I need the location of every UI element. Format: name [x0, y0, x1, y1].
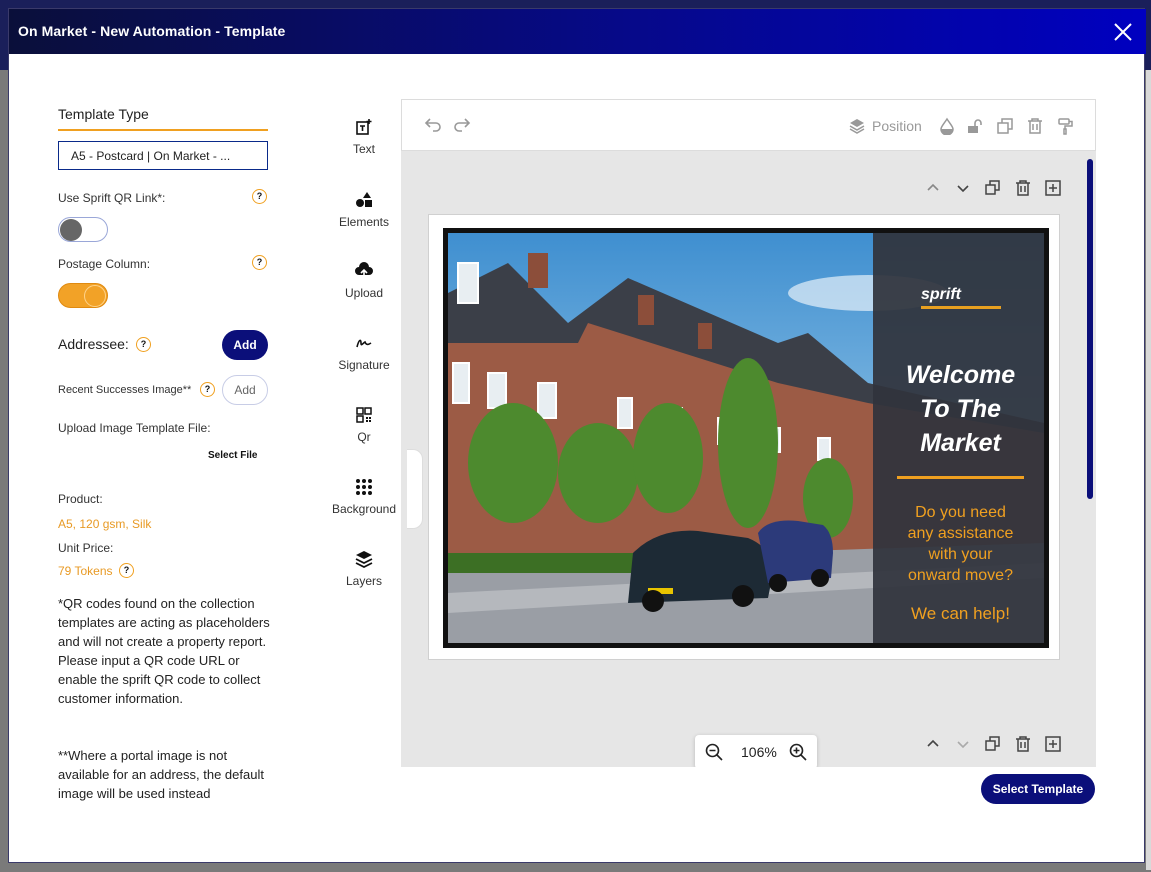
help-icon[interactable]: ? — [119, 563, 134, 578]
tool-signature[interactable]: Signature — [324, 333, 404, 372]
chevron-up-icon[interactable] — [925, 180, 941, 196]
recent-successes-label: Recent Successes Image** — [58, 384, 192, 396]
unit-price-label: Unit Price: — [58, 541, 114, 555]
qr-link-label: Use Sprift QR Link*: — [58, 191, 166, 205]
tool-qr[interactable]: Qr — [324, 405, 404, 444]
qr-link-toggle[interactable] — [58, 217, 108, 242]
app-background-edge — [1146, 70, 1151, 870]
postcard-page[interactable]: sprift Welcome To The Market Do you need… — [428, 214, 1060, 660]
add-page-icon[interactable] — [1045, 180, 1061, 196]
select-template-button[interactable]: Select Template — [981, 774, 1095, 804]
assist-line: Do you need — [915, 504, 1006, 521]
opacity-icon[interactable] — [938, 117, 956, 135]
editor-toolbar: Position — [401, 99, 1096, 151]
portal-image-note: **Where a portal image is not available … — [58, 748, 264, 801]
tool-label: Qr — [357, 430, 371, 444]
chevron-down-icon[interactable] — [955, 180, 971, 196]
postcard-design[interactable]: sprift Welcome To The Market Do you need… — [443, 228, 1049, 648]
redo-icon[interactable] — [453, 117, 471, 135]
template-type-title: Template Type — [58, 106, 149, 122]
help-icon[interactable]: ? — [252, 255, 267, 270]
qr-code-icon — [356, 407, 372, 423]
cloud-upload-icon — [355, 262, 373, 279]
postage-toggle[interactable] — [58, 283, 108, 308]
tool-label: Layers — [345, 574, 383, 588]
headline-line: To The — [919, 395, 1001, 423]
trash-icon[interactable] — [1015, 180, 1031, 196]
toggle-knob — [60, 219, 82, 241]
modal-header: On Market - New Automation - Template — [9, 9, 1146, 54]
postage-label: Postage Column: — [58, 257, 151, 271]
template-modal: On Market - New Automation - Template Te… — [8, 8, 1146, 863]
trash-icon[interactable] — [1015, 736, 1031, 752]
trash-icon[interactable] — [1026, 117, 1044, 135]
tool-layers[interactable]: Layers — [324, 549, 404, 588]
toggle-knob — [84, 285, 106, 307]
layers-icon[interactable] — [848, 117, 866, 135]
tool-label: Upload — [344, 286, 384, 300]
assist-line: with your — [928, 546, 993, 563]
upload-template-label: Upload Image Template File: — [58, 421, 211, 435]
duplicate-icon[interactable] — [985, 180, 1001, 196]
tool-label: Background — [331, 502, 397, 516]
tool-upload[interactable]: Upload — [324, 261, 404, 300]
zoom-in-icon[interactable] — [789, 743, 807, 761]
template-type-select[interactable]: A5 - Postcard | On Market - ... — [58, 141, 268, 170]
shapes-icon — [356, 192, 372, 207]
layers-icon — [355, 551, 373, 569]
editor-scrollbar[interactable] — [1087, 159, 1093, 499]
add-page-icon[interactable] — [1045, 736, 1061, 752]
we-can-help-text[interactable]: We can help! — [873, 604, 1044, 624]
headline-line: Welcome — [905, 361, 1016, 389]
addressee-label: Addressee: — [58, 336, 129, 352]
logo-tagline-bar — [921, 306, 1001, 309]
divider-line — [897, 476, 1024, 479]
dots-grid-icon — [356, 479, 372, 495]
design-editor: Position sprift Welcome To The Market Do… — [401, 99, 1096, 767]
position-button[interactable]: Position — [872, 118, 922, 134]
tool-background[interactable]: Background — [324, 477, 404, 516]
help-icon[interactable]: ? — [136, 337, 151, 352]
chevron-down-icon[interactable] — [955, 736, 971, 752]
tool-text[interactable]: Text — [324, 117, 404, 156]
undo-icon[interactable] — [424, 117, 442, 135]
welcome-headline[interactable]: Welcome To The Market — [873, 358, 1044, 460]
tool-label: Text — [352, 142, 375, 156]
product-label: Product: — [58, 492, 103, 506]
tool-label: Signature — [338, 358, 390, 372]
help-icon[interactable]: ? — [252, 189, 267, 204]
sprift-logo: sprift — [921, 286, 961, 303]
assist-line: any assistance — [907, 525, 1014, 542]
recent-successes-add-button[interactable]: Add — [222, 375, 268, 405]
signature-icon — [356, 339, 372, 348]
zoom-control: 106% — [695, 735, 817, 767]
message-overlay[interactable]: sprift Welcome To The Market Do you need… — [873, 233, 1044, 643]
tools-drawer-handle[interactable] — [407, 449, 423, 529]
unlock-icon[interactable] — [966, 117, 984, 135]
chevron-up-icon[interactable] — [925, 736, 941, 752]
zoom-level: 106% — [741, 744, 777, 760]
duplicate-icon[interactable] — [996, 117, 1014, 135]
unit-price-value: 79 Tokens — [58, 564, 113, 578]
help-icon[interactable]: ? — [200, 382, 215, 397]
addressee-add-button[interactable]: Add — [222, 330, 268, 360]
close-icon[interactable] — [1112, 21, 1134, 43]
tool-elements[interactable]: Elements — [324, 190, 404, 229]
tool-label: Elements — [338, 215, 390, 229]
modal-title: On Market - New Automation - Template — [18, 23, 286, 39]
headline-line: Market — [920, 429, 1001, 457]
select-file-button[interactable]: Select File — [208, 450, 257, 461]
zoom-out-icon[interactable] — [705, 743, 723, 761]
title-underline — [58, 129, 268, 131]
duplicate-icon[interactable] — [985, 736, 1001, 752]
assist-line: onward move? — [908, 567, 1013, 584]
assistance-text[interactable]: Do you need any assistance with your onw… — [873, 502, 1044, 586]
qr-disclaimer-note: *QR codes found on the collection templa… — [58, 596, 270, 706]
product-value: A5, 120 gsm, Silk — [58, 517, 152, 531]
text-add-icon — [356, 119, 372, 135]
paint-roller-icon[interactable] — [1056, 117, 1074, 135]
